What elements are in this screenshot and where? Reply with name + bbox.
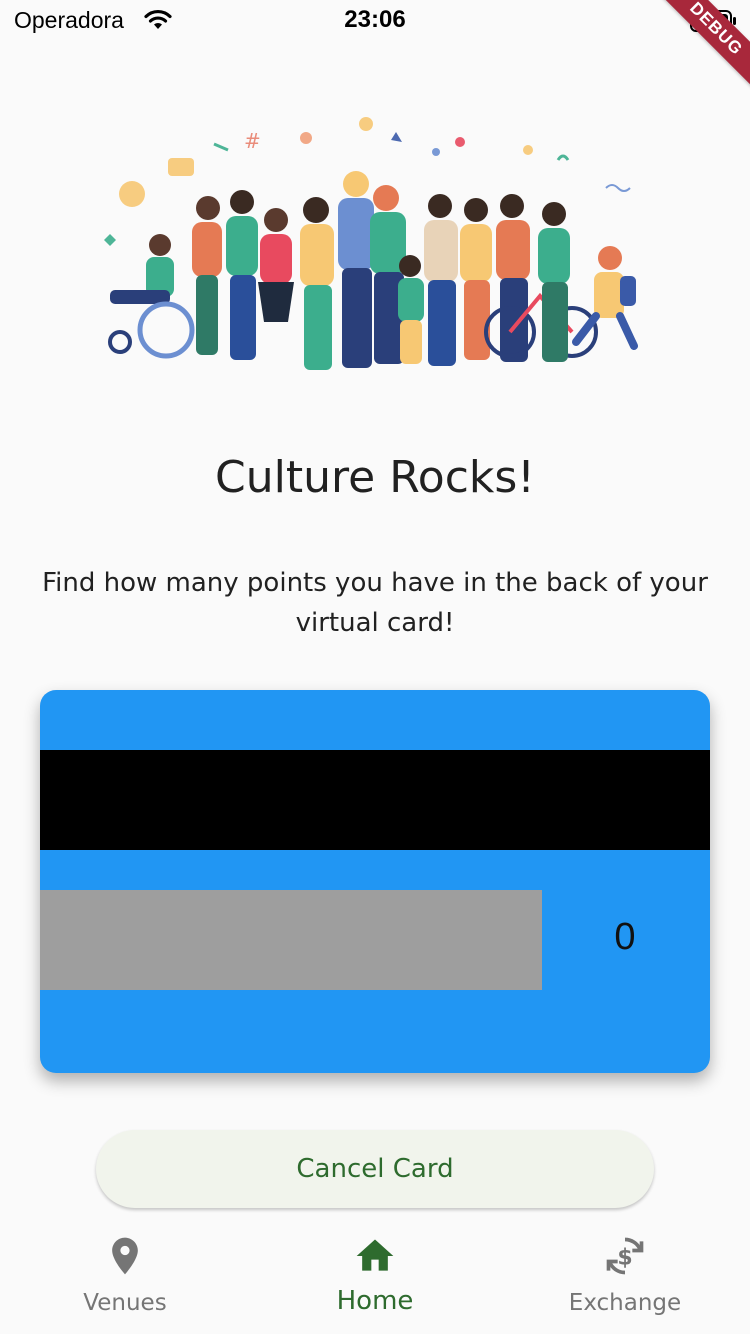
virtual-card[interactable]: 0	[40, 690, 710, 1073]
people	[108, 171, 638, 370]
nav-item-venues[interactable]: Venues	[0, 1222, 250, 1334]
svg-text:$: $	[617, 1245, 632, 1270]
crowd-illustration: #	[104, 117, 638, 370]
signature-strip	[40, 890, 542, 990]
nav-label-home: Home	[336, 1286, 414, 1316]
magnetic-stripe	[40, 750, 710, 850]
nav-item-home[interactable]: Home	[250, 1222, 500, 1334]
page-title: Culture Rocks!	[215, 452, 535, 503]
nav-item-exchange[interactable]: $ Exchange	[500, 1222, 750, 1334]
subtitle-text: Find how many points you have in the bac…	[42, 568, 708, 638]
status-bar: Operadora 23:06	[0, 0, 750, 42]
currency-exchange-icon: $	[606, 1237, 644, 1275]
cancel-card-button[interactable]: Cancel Card	[96, 1130, 654, 1208]
nav-label-exchange: Exchange	[568, 1290, 682, 1316]
svg-text:#: #	[244, 129, 261, 153]
clock: 23:06	[344, 6, 406, 33]
nav-label-venues: Venues	[83, 1290, 167, 1316]
location-pin-icon	[112, 1237, 138, 1275]
bottom-navigation: Venues Home $ Exchange	[0, 1222, 750, 1334]
home-icon	[356, 1239, 394, 1271]
points-value: 0	[614, 916, 636, 958]
